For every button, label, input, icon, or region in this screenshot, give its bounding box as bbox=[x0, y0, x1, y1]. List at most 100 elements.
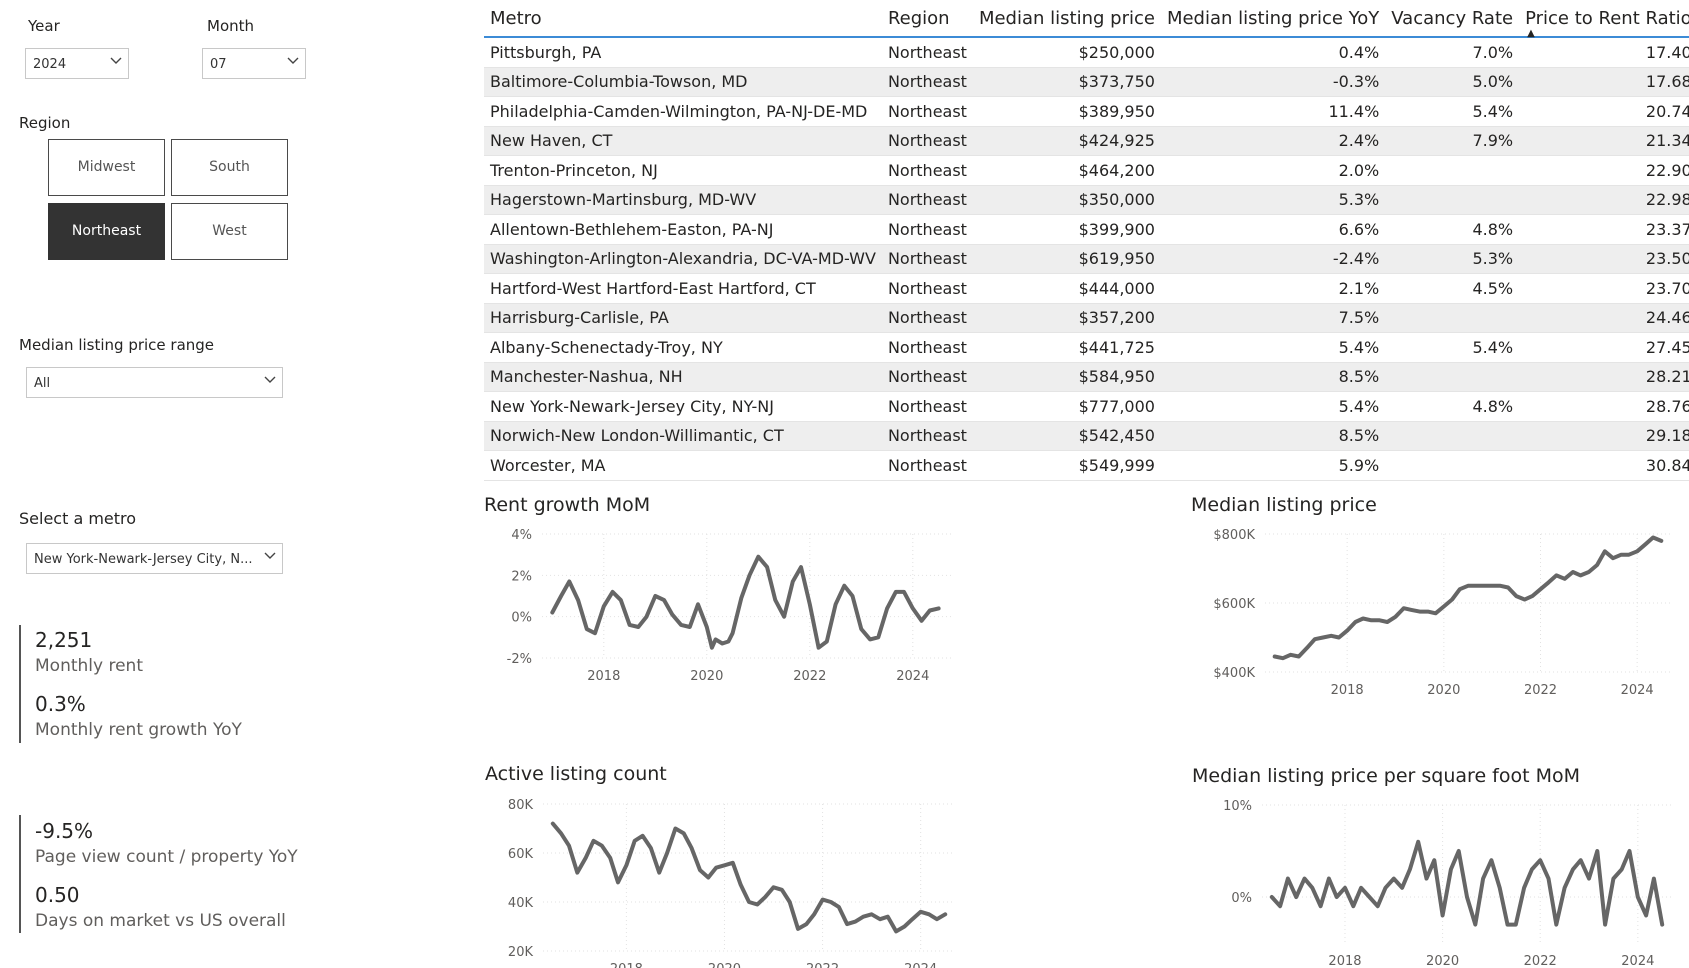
cell-metro: New Haven, CT bbox=[484, 126, 882, 156]
y-tick-label: 60K bbox=[508, 847, 534, 862]
cell-median-price: $424,925 bbox=[972, 126, 1161, 156]
y-tick-label: 4% bbox=[511, 528, 532, 543]
cell-median-price-yoy: 2.4% bbox=[1160, 126, 1386, 156]
cell-region: Northeast bbox=[881, 421, 973, 451]
column-header-median-price[interactable]: Median listing price bbox=[972, 0, 1161, 38]
metro-table: Metro Region Median listing price Median… bbox=[484, 0, 1689, 481]
rent-growth-chart: -2% 0% 2% 4% 2018 2020 2022 2024 bbox=[507, 528, 954, 684]
cell-median-price-yoy: 0.4% bbox=[1160, 37, 1386, 68]
cell-metro: Philadelphia-Camden-Wilmington, PA-NJ-DE… bbox=[484, 96, 882, 127]
cell-region: Northeast bbox=[881, 332, 973, 363]
cell-metro: Harrisburg-Carlisle, PA bbox=[484, 303, 882, 333]
table-row[interactable]: Baltimore-Columbia-Towson, MD Northeast $3… bbox=[484, 67, 1689, 97]
region-label: Region bbox=[19, 114, 71, 132]
chevron-down-icon bbox=[287, 57, 299, 67]
y-tick-label: $800K bbox=[1213, 528, 1255, 543]
cell-median-price-yoy: 2.0% bbox=[1160, 155, 1386, 186]
sort-ascending-icon: ▲ bbox=[1527, 28, 1535, 39]
table-row[interactable]: Manchester-Nashua, NH Northeast $584,950 8.… bbox=[484, 362, 1689, 392]
cell-median-price: $399,900 bbox=[972, 214, 1161, 245]
cell-price-to-rent: 30.84 bbox=[1519, 450, 1689, 481]
region-tile-northeast[interactable]: Northeast bbox=[48, 203, 165, 260]
cell-median-price-yoy: 5.4% bbox=[1160, 332, 1386, 363]
x-tick-label: 2020 bbox=[1427, 683, 1460, 698]
metro-dropdown[interactable]: New York-Newark-Jersey City, N... bbox=[26, 543, 283, 574]
cell-vacancy-rate bbox=[1385, 362, 1520, 392]
cell-median-price: $350,000 bbox=[972, 185, 1161, 215]
year-label: Year bbox=[28, 17, 60, 35]
cell-median-price-yoy: -2.4% bbox=[1160, 244, 1386, 274]
y-tick-label: 2% bbox=[511, 569, 532, 584]
chevron-down-icon bbox=[264, 552, 276, 562]
cell-price-to-rent: 28.76 bbox=[1519, 391, 1689, 422]
column-header-price-to-rent-label: Price to Rent Ratio bbox=[1525, 7, 1689, 29]
table-row[interactable]: New York-Newark-Jersey City, NY-NJ Northe… bbox=[484, 391, 1689, 422]
cell-vacancy-rate: 4.8% bbox=[1385, 214, 1520, 245]
price-range-dropdown[interactable]: All bbox=[26, 367, 283, 398]
region-tile-south[interactable]: South bbox=[171, 139, 288, 196]
price-sqft-title: Median listing price per square foot MoM bbox=[1192, 765, 1581, 787]
series-line bbox=[1269, 839, 1665, 927]
cell-vacancy-rate: 4.8% bbox=[1385, 391, 1520, 422]
region-tile-midwest[interactable]: Midwest bbox=[48, 139, 165, 196]
cell-price-to-rent: 23.37 bbox=[1519, 214, 1689, 245]
table-row[interactable]: Trenton-Princeton, NJ Northeast $464,200 2.… bbox=[484, 155, 1689, 186]
x-tick-label: 2024 bbox=[1621, 683, 1654, 698]
x-tick-label: 2018 bbox=[587, 669, 620, 684]
active-listings-chart: 20K 40K 60K 80K 2018 2020 2022 2024 bbox=[508, 798, 955, 968]
y-tick-label: $400K bbox=[1213, 666, 1255, 681]
table-row[interactable]: Hagerstown-Martinsburg, MD-WV Northeast $3… bbox=[484, 185, 1689, 215]
cell-price-to-rent: 21.34 bbox=[1519, 126, 1689, 156]
cell-vacancy-rate: 5.0% bbox=[1385, 67, 1520, 97]
table-row[interactable]: Albany-Schenectady-Troy, NY Northeast $441… bbox=[484, 332, 1689, 363]
cell-price-to-rent: 29.18 bbox=[1519, 421, 1689, 451]
table-row[interactable]: Pittsburgh, PA Northeast $250,000 0.4% 7.0% 1… bbox=[484, 37, 1689, 68]
table-row[interactable]: Philadelphia-Camden-Wilmington, PA-NJ-DE… bbox=[484, 96, 1689, 127]
x-tick-label: 2024 bbox=[904, 962, 937, 968]
table-row[interactable]: New Haven, CT Northeast $424,925 2.4% 7.9% 21… bbox=[484, 126, 1689, 156]
column-header-region[interactable]: Region bbox=[881, 0, 973, 38]
cell-vacancy-rate: 5.3% bbox=[1385, 244, 1520, 274]
cell-median-price: $619,950 bbox=[972, 244, 1161, 274]
y-tick-label: 0% bbox=[1231, 891, 1252, 906]
cell-price-to-rent: 23.50 bbox=[1519, 244, 1689, 274]
rent-growth-yoy-value: 0.3% bbox=[35, 692, 86, 716]
cell-median-price: $464,200 bbox=[972, 155, 1161, 186]
table-row[interactable]: Worcester, MA Northeast $549,999 5.9% 30.84 bbox=[484, 450, 1689, 481]
month-dropdown[interactable]: 07 bbox=[202, 48, 306, 79]
x-tick-label: 2018 bbox=[1328, 954, 1361, 968]
cell-vacancy-rate: 5.4% bbox=[1385, 96, 1520, 127]
cell-median-price-yoy: 6.6% bbox=[1160, 214, 1386, 245]
cell-median-price-yoy: 5.9% bbox=[1160, 450, 1386, 481]
table-row[interactable]: Harrisburg-Carlisle, PA Northeast $357,200… bbox=[484, 303, 1689, 333]
table-row[interactable]: Allentown-Bethlehem-Easton, PA-NJ Northea… bbox=[484, 214, 1689, 245]
cell-median-price: $444,000 bbox=[972, 273, 1161, 304]
cell-region: Northeast bbox=[881, 303, 973, 333]
table-row[interactable]: Hartford-West Hartford-East Hartford, CT… bbox=[484, 273, 1689, 304]
cell-vacancy-rate bbox=[1385, 421, 1520, 451]
column-header-median-price-yoy[interactable]: Median listing price YoY bbox=[1160, 0, 1386, 38]
y-tick-label: 0% bbox=[511, 611, 532, 626]
month-value: 07 bbox=[210, 57, 227, 72]
chevron-down-icon bbox=[264, 376, 276, 386]
x-tick-label: 2022 bbox=[793, 669, 826, 684]
year-dropdown[interactable]: 2024 bbox=[25, 48, 129, 79]
cell-price-to-rent: 17.40 bbox=[1519, 37, 1689, 68]
cell-vacancy-rate bbox=[1385, 450, 1520, 481]
monthly-rent-label: Monthly rent bbox=[35, 656, 143, 676]
cell-region: Northeast bbox=[881, 67, 973, 97]
cell-region: Northeast bbox=[881, 126, 973, 156]
rent-growth-yoy-label: Monthly rent growth YoY bbox=[35, 720, 242, 740]
cell-price-to-rent: 23.70 bbox=[1519, 273, 1689, 304]
column-header-price-to-rent[interactable]: Price to Rent Ratio ▲ bbox=[1519, 0, 1689, 39]
region-tile-west[interactable]: West bbox=[171, 203, 288, 260]
cell-region: Northeast bbox=[881, 391, 973, 422]
kpi-divider bbox=[19, 815, 21, 933]
table-row[interactable]: Washington-Arlington-Alexandria, DC-VA-M… bbox=[484, 244, 1689, 274]
table-body: Pittsburgh, PA Northeast $250,000 0.4% 7.0% 1… bbox=[484, 37, 1689, 481]
cell-vacancy-rate: 7.0% bbox=[1385, 37, 1520, 68]
column-header-vacancy-rate[interactable]: Vacancy Rate bbox=[1385, 0, 1520, 38]
column-header-metro[interactable]: Metro bbox=[484, 0, 882, 38]
table-row[interactable]: Norwich-New London-Willimantic, CT Northe… bbox=[484, 421, 1689, 451]
cell-metro: Trenton-Princeton, NJ bbox=[484, 155, 882, 186]
